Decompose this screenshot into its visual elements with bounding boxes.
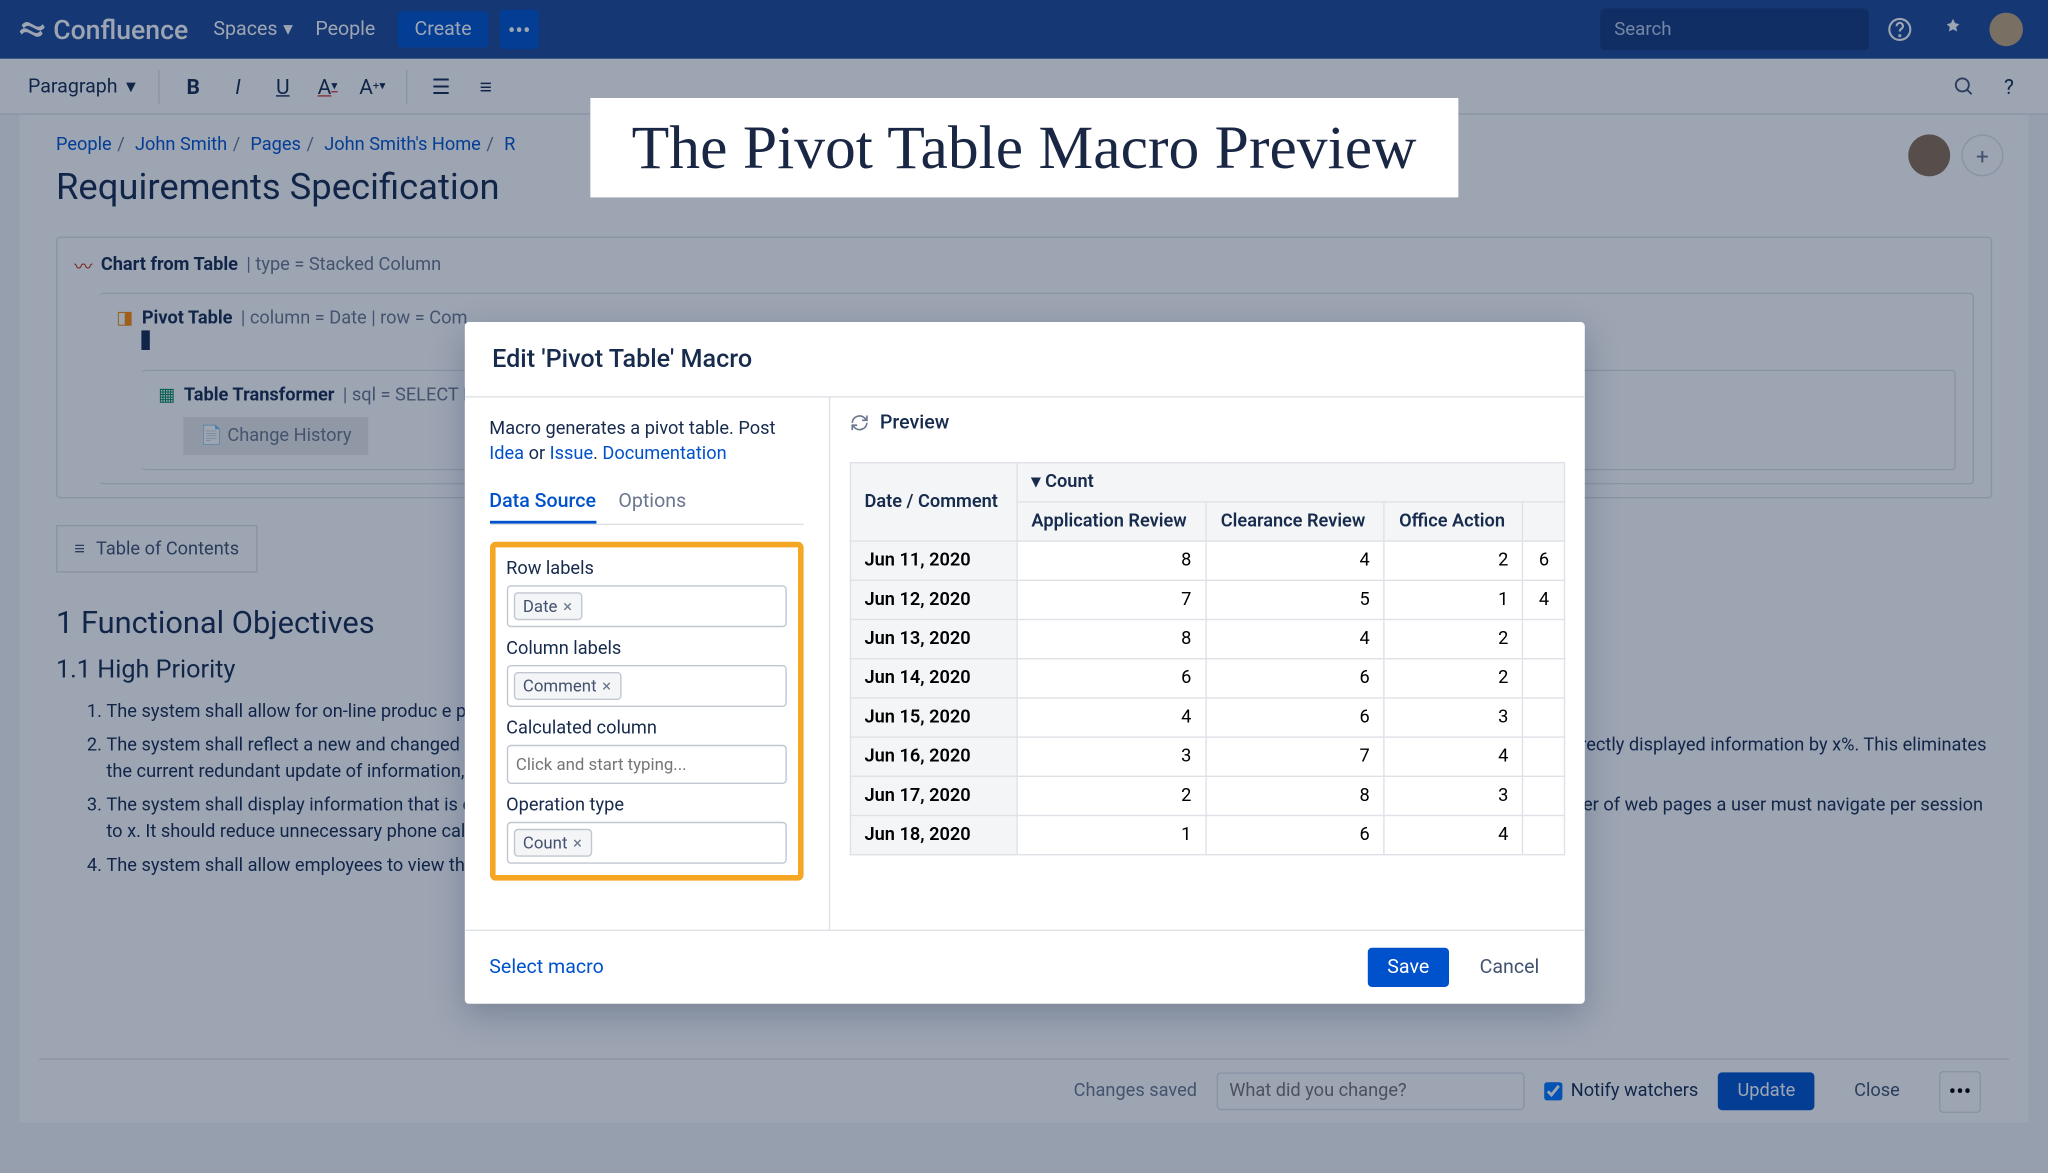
cell — [1523, 620, 1564, 659]
cell: 8 — [1017, 620, 1206, 659]
cell: 5 — [1206, 580, 1384, 619]
cell: 4 — [1206, 620, 1384, 659]
cell: 2 — [1384, 541, 1523, 580]
table-row: Jun 11, 20208426 — [850, 541, 1564, 580]
row-header: Jun 17, 2020 — [850, 776, 1017, 815]
operation-type-input[interactable]: Count× — [506, 822, 786, 864]
issue-link[interactable]: Issue — [550, 444, 593, 465]
cell — [1523, 698, 1564, 737]
column-labels-input[interactable]: Comment× — [506, 666, 786, 708]
annotation-banner: The Pivot Table Macro Preview — [590, 98, 1459, 197]
cell: 8 — [1017, 541, 1206, 580]
cell — [1523, 737, 1564, 776]
macro-editor-modal: Edit 'Pivot Table' Macro Macro generates… — [464, 322, 1584, 1004]
cell: 6 — [1206, 816, 1384, 855]
table-row: Jun 15, 2020463 — [850, 698, 1564, 737]
modal-sidebar: Macro generates a pivot table. Post Idea… — [464, 398, 828, 930]
cell: 7 — [1206, 737, 1384, 776]
data-source-panel: Row labels Date× Column labels Comment× … — [489, 542, 803, 881]
row-header: Jun 12, 2020 — [850, 580, 1017, 619]
cell: 6 — [1206, 698, 1384, 737]
column-labels-label: Column labels — [506, 639, 786, 660]
tab-options[interactable]: Options — [618, 482, 686, 524]
row-header: Jun 16, 2020 — [850, 737, 1017, 776]
table-row: Jun 12, 20207514 — [850, 580, 1564, 619]
col-header: Clearance Review — [1206, 502, 1384, 541]
calculated-column-label: Calculated column — [506, 719, 786, 740]
pivot-preview-table: Date / Comment ▾ Count Application Revie… — [849, 462, 1564, 855]
row-header: Jun 11, 2020 — [850, 541, 1017, 580]
modal-tabs: Data Source Options — [489, 482, 803, 525]
table-row: Jun 13, 2020842 — [850, 620, 1564, 659]
cell: 6 — [1206, 659, 1384, 698]
cell: 4 — [1206, 541, 1384, 580]
tag-count[interactable]: Count× — [513, 829, 592, 857]
row-labels-label: Row labels — [506, 559, 786, 580]
calculated-column-input[interactable] — [506, 745, 786, 784]
modal-footer: Select macro Save Cancel — [464, 930, 1584, 1004]
cell: 6 — [1017, 659, 1206, 698]
col-header — [1523, 502, 1564, 541]
row-header: Jun 18, 2020 — [850, 816, 1017, 855]
cancel-button[interactable]: Cancel — [1460, 948, 1559, 987]
row-header: Jun 13, 2020 — [850, 620, 1017, 659]
cell: 3 — [1384, 698, 1523, 737]
cell: 4 — [1384, 737, 1523, 776]
table-row: Jun 17, 2020283 — [850, 776, 1564, 815]
col-header: Application Review — [1017, 502, 1206, 541]
cell: 2 — [1017, 776, 1206, 815]
cell: 7 — [1017, 580, 1206, 619]
cell: 4 — [1523, 580, 1564, 619]
row-labels-input[interactable]: Date× — [506, 586, 786, 628]
tab-data-source[interactable]: Data Source — [489, 482, 596, 524]
documentation-link[interactable]: Documentation — [602, 444, 726, 465]
count-header[interactable]: ▾ Count — [1017, 463, 1564, 502]
cell — [1523, 816, 1564, 855]
cell: 1 — [1384, 580, 1523, 619]
table-row: Jun 16, 2020374 — [850, 737, 1564, 776]
chevron-down-icon: ▾ — [1031, 472, 1040, 493]
col-header: Office Action — [1384, 502, 1523, 541]
table-row: Jun 18, 2020164 — [850, 816, 1564, 855]
cell: 1 — [1017, 816, 1206, 855]
row-header: Jun 15, 2020 — [850, 698, 1017, 737]
remove-icon[interactable]: × — [563, 597, 572, 617]
tag-date[interactable]: Date× — [513, 593, 582, 621]
refresh-icon[interactable] — [849, 413, 869, 433]
preview-panel: Preview Date / Comment ▾ Count Applicati… — [828, 398, 1584, 930]
cell: 3 — [1384, 776, 1523, 815]
cell: 2 — [1384, 659, 1523, 698]
save-button[interactable]: Save — [1368, 948, 1449, 987]
cell: 8 — [1206, 776, 1384, 815]
cell: 3 — [1017, 737, 1206, 776]
idea-link[interactable]: Idea — [489, 444, 524, 465]
tag-comment[interactable]: Comment× — [513, 673, 621, 701]
cell: 2 — [1384, 620, 1523, 659]
cell: 6 — [1523, 541, 1564, 580]
macro-description: Macro generates a pivot table. Post Idea… — [489, 417, 803, 468]
remove-icon[interactable]: × — [602, 677, 611, 697]
cell: 4 — [1384, 816, 1523, 855]
row-header: Jun 14, 2020 — [850, 659, 1017, 698]
corner-header: Date / Comment — [850, 463, 1017, 541]
modal-title: Edit 'Pivot Table' Macro — [464, 322, 1584, 398]
cell: 4 — [1017, 698, 1206, 737]
preview-header: Preview — [830, 398, 1585, 448]
select-macro-link[interactable]: Select macro — [489, 956, 603, 978]
cell — [1523, 776, 1564, 815]
operation-type-label: Operation type — [506, 796, 786, 817]
table-row: Jun 14, 2020662 — [850, 659, 1564, 698]
cell — [1523, 659, 1564, 698]
remove-icon[interactable]: × — [573, 834, 582, 854]
